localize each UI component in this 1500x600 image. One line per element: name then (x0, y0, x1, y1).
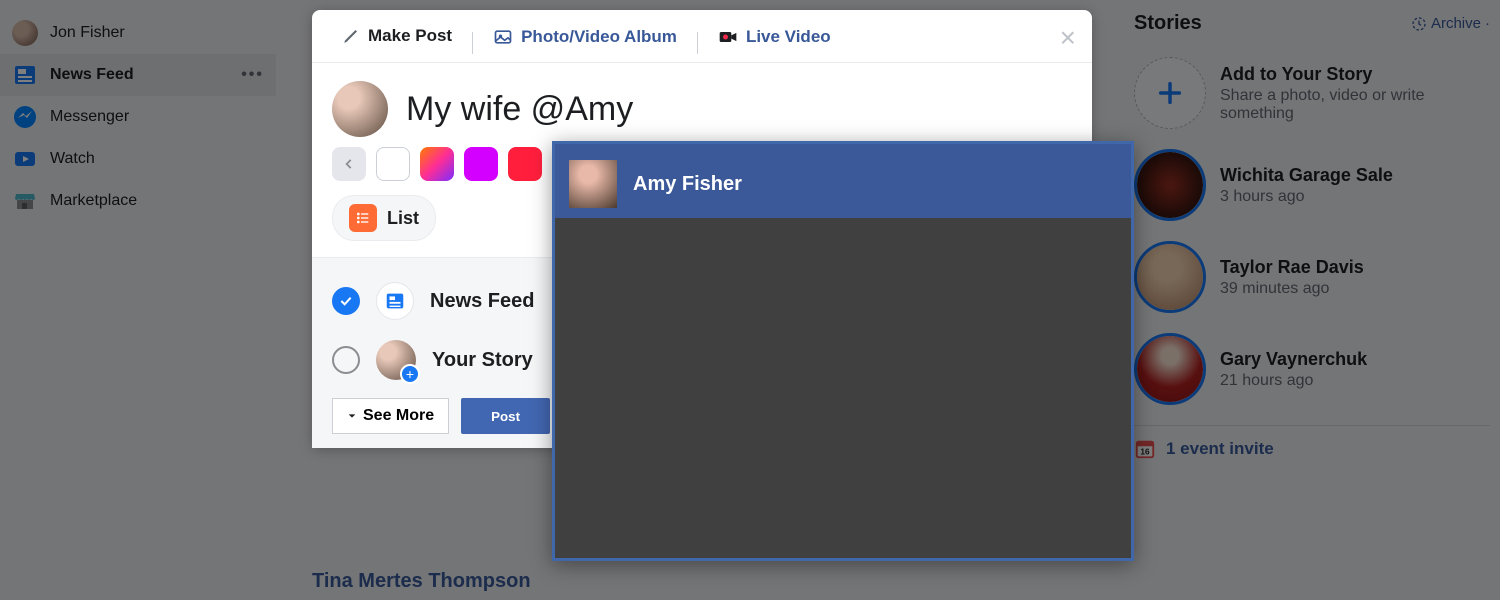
bg-swatch-red[interactable] (508, 147, 542, 181)
archive-icon (1411, 16, 1427, 32)
archive-link[interactable]: Archive · (1411, 15, 1490, 32)
live-video-icon (718, 27, 738, 47)
profile-name: Jon Fisher (50, 24, 125, 42)
sidebar-profile[interactable]: Jon Fisher (0, 12, 276, 54)
sidebar-item-messenger[interactable]: Messenger (0, 96, 276, 138)
list-icon (349, 204, 377, 232)
swatch-prev[interactable] (332, 147, 366, 181)
sidebar-item-label: Watch (50, 150, 95, 168)
stories-heading: Stories (1134, 12, 1202, 35)
story-thumb (1137, 244, 1203, 310)
more-icon[interactable]: ••• (241, 66, 264, 84)
tab-photo-video[interactable]: Photo/Video Album (479, 21, 691, 61)
radio-checked-icon (332, 287, 360, 315)
sidebar-item-watch[interactable]: Watch (0, 138, 276, 180)
tab-live-video[interactable]: Live Video (704, 21, 845, 61)
close-icon[interactable]: × (1060, 22, 1076, 54)
svg-text:16: 16 (1140, 448, 1150, 457)
story-item[interactable]: Gary Vaynerchuk 21 hours ago (1134, 323, 1490, 415)
see-more-button[interactable]: See More (332, 398, 449, 434)
photo-album-icon (493, 27, 513, 47)
sidebar-item-news-feed[interactable]: News Feed ••• (0, 54, 276, 96)
add-story-title: Add to Your Story (1220, 64, 1490, 85)
feed-post-author[interactable]: Tina Mertes Thompson (312, 570, 1092, 593)
story-thumb (1137, 336, 1203, 402)
news-feed-icon (12, 62, 38, 88)
marketplace-icon (12, 188, 38, 214)
left-sidebar: Jon Fisher News Feed ••• Messenger Watch… (0, 0, 276, 600)
story-item[interactable]: Taylor Rae Davis 39 minutes ago (1134, 231, 1490, 323)
pencil-icon (342, 27, 360, 45)
chevron-left-icon (342, 157, 356, 171)
avatar (12, 20, 38, 46)
add-story-icon (1134, 57, 1206, 129)
mention-avatar (569, 160, 617, 208)
watch-icon (12, 146, 38, 172)
story-item[interactable]: Wichita Garage Sale 3 hours ago (1134, 139, 1490, 231)
calendar-icon: 16 (1134, 438, 1156, 460)
story-thumb (1137, 152, 1203, 218)
your-story-avatar: + (376, 340, 416, 380)
sidebar-item-marketplace[interactable]: Marketplace (0, 180, 276, 222)
plus-badge-icon: + (400, 364, 420, 384)
sidebar-item-label: Marketplace (50, 192, 137, 210)
tab-make-post[interactable]: Make Post (328, 20, 466, 62)
sidebar-item-label: Messenger (50, 108, 129, 126)
bg-swatch-magenta[interactable] (464, 147, 498, 181)
composer-input[interactable] (406, 90, 1072, 129)
right-sidebar: Stories Archive · Add to Your Story Shar… (1116, 0, 1500, 600)
messenger-icon (12, 104, 38, 130)
sidebar-item-label: News Feed (50, 66, 134, 84)
add-story-row[interactable]: Add to Your Story Share a photo, video o… (1134, 47, 1490, 139)
news-feed-dest-icon (376, 282, 414, 320)
add-story-sub: Share a photo, video or write something (1220, 87, 1490, 123)
caret-down-icon (347, 411, 357, 421)
event-invite-row[interactable]: 16 1 event invite (1134, 425, 1490, 472)
composer-avatar (332, 81, 388, 137)
bg-swatch-gradient[interactable] (420, 147, 454, 181)
mention-dropdown: Amy Fisher (552, 141, 1134, 561)
radio-unchecked-icon (332, 346, 360, 374)
post-button[interactable]: Post (461, 398, 550, 434)
mention-suggestion[interactable]: Amy Fisher (555, 150, 1131, 218)
bg-swatch-none[interactable] (376, 147, 410, 181)
list-chip[interactable]: List (332, 195, 436, 241)
